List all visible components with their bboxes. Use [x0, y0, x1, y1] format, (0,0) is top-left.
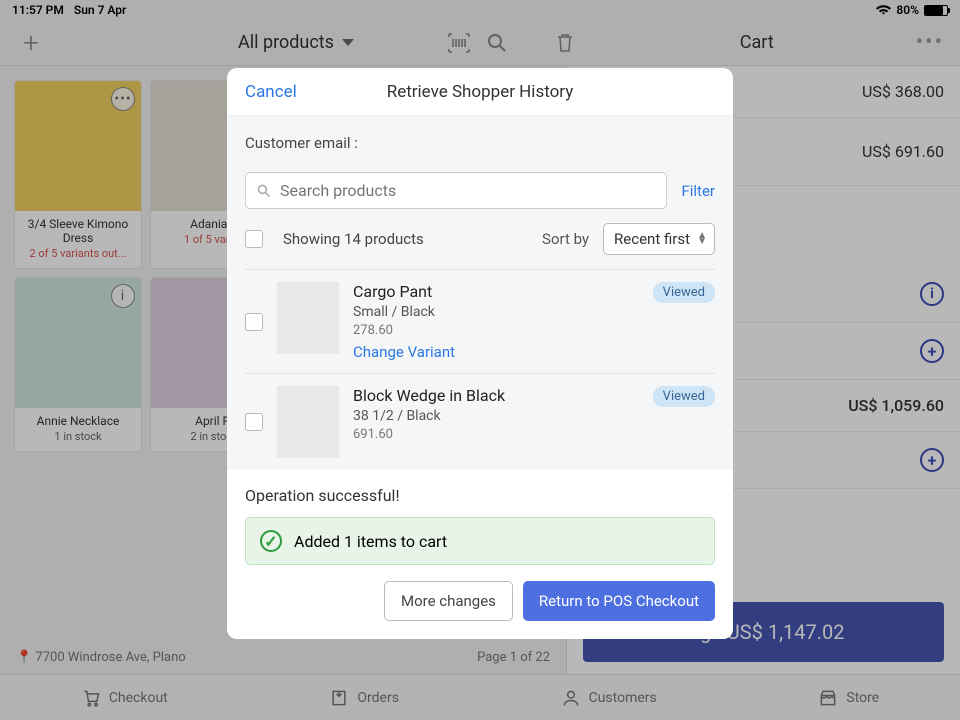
change-variant-link[interactable]: Change Variant — [353, 343, 639, 361]
item-checkbox[interactable] — [245, 313, 263, 331]
item-checkbox[interactable] — [245, 413, 263, 431]
history-item-name: Cargo Pant — [353, 282, 639, 301]
history-item-name: Block Wedge in Black — [353, 386, 639, 405]
history-item[interactable]: Cargo Pant Small / Black 278.60 Change V… — [245, 269, 715, 373]
history-item-variant: 38 1/2 / Black — [353, 408, 639, 424]
customer-email-label: Customer email : — [245, 134, 715, 152]
more-changes-button[interactable]: More changes — [384, 581, 513, 621]
viewed-badge: Viewed — [653, 282, 715, 303]
search-input[interactable] — [280, 181, 656, 200]
return-checkout-button[interactable]: Return to POS Checkout — [523, 581, 715, 621]
modal-overlay[interactable]: Cancel Retrieve Shopper History Customer… — [0, 0, 960, 720]
viewed-badge: Viewed — [653, 386, 715, 407]
success-text: Added 1 items to cart — [294, 532, 447, 551]
check-circle-icon: ✓ — [260, 530, 282, 552]
sort-label: Sort by — [542, 230, 589, 248]
product-thumbnail — [277, 386, 339, 458]
history-item-price: 691.60 — [353, 427, 639, 442]
history-item[interactable]: Block Wedge in Black 38 1/2 / Black 691.… — [245, 373, 715, 470]
history-item-variant: Small / Black — [353, 304, 639, 320]
operation-status: Operation successful! — [227, 470, 733, 517]
modal-title: Retrieve Shopper History — [387, 82, 574, 102]
history-item-price: 278.60 — [353, 323, 639, 338]
result-count: Showing 14 products — [283, 230, 528, 248]
product-thumbnail — [277, 282, 339, 354]
search-input-wrapper[interactable] — [245, 172, 667, 209]
success-message: ✓ Added 1 items to cart — [245, 517, 715, 565]
select-all-checkbox[interactable] — [245, 230, 263, 248]
sort-caret-icon: ▲▼ — [697, 233, 707, 245]
search-icon — [256, 183, 272, 199]
filter-link[interactable]: Filter — [681, 182, 715, 200]
cancel-button[interactable]: Cancel — [245, 82, 297, 102]
retrieve-history-modal: Cancel Retrieve Shopper History Customer… — [227, 68, 733, 639]
